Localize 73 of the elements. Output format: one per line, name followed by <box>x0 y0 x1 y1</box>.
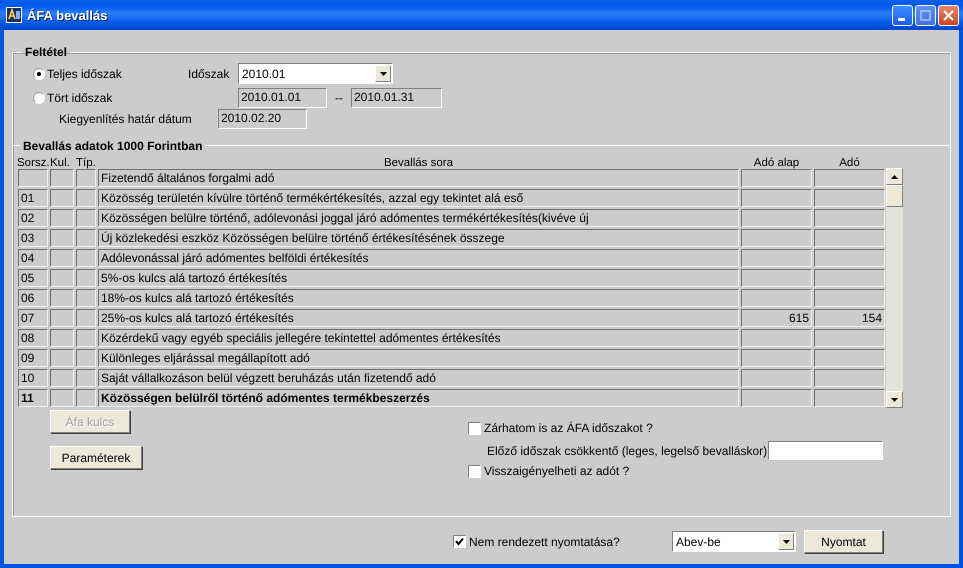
scrollbar-thumb[interactable] <box>886 185 903 207</box>
period-dropdown[interactable]: 2010.01 <box>238 63 393 84</box>
app-icon <box>6 7 22 23</box>
date-field[interactable]: 2010.02.20 <box>218 109 307 129</box>
up-arrow-icon <box>891 174 898 178</box>
scroll-down-button[interactable] <box>886 391 903 408</box>
table-cell: Közösségen belülről történő adómentes termékbeszerzés <box>98 389 739 407</box>
checkbox-label[interactable]: Zárhatom is az ÁFA időszakot ? <box>484 421 653 435</box>
date-field[interactable]: 2010.01.01 <box>238 88 327 108</box>
radio-label[interactable]: Teljes időszak <box>47 66 122 80</box>
date-field[interactable]: 2010.01.31 <box>351 88 442 108</box>
table-cell: 03 <box>18 229 48 247</box>
table-cell: 06 <box>18 289 48 307</box>
table-cell: Közérdekű vagy egyéb speciális jellegére tekintettel adómentes értékesítés <box>98 329 739 347</box>
table-cell: Közösség területén kívülre történő termékértékesítés, azzal egy tekintet alá eső <box>98 189 739 207</box>
column-header: Típ. <box>76 157 96 169</box>
table-cell: 01 <box>18 189 48 207</box>
checkbox[interactable] <box>453 535 466 548</box>
table-cell: 18%-os kulcs alá tartozó értékesítés <box>98 289 739 307</box>
radio-button[interactable] <box>33 92 45 104</box>
table-cell: 154 <box>814 309 885 327</box>
radio-button[interactable] <box>33 68 45 80</box>
range-separator: -- <box>335 91 343 105</box>
action-button[interactable]: Paraméterek <box>50 446 142 469</box>
window-title: ÁFA bevallás <box>27 8 108 22</box>
table-cell: 25%-os kulcs alá tartozó értékesítés <box>98 309 739 327</box>
table-cell: 08 <box>18 329 48 347</box>
scrollbar[interactable] <box>886 168 903 408</box>
minimize-button[interactable] <box>892 4 913 26</box>
field-label: Kiegyenlítés határ dátum <box>59 112 192 126</box>
checkbox[interactable] <box>468 422 481 434</box>
down-arrow-icon <box>782 540 790 544</box>
table-cell: Új közlekedési eszköz Közösségen belülre történő értékesítésének összege <box>98 229 739 247</box>
minimize-icon <box>898 18 905 20</box>
down-arrow-icon <box>891 398 898 402</box>
column-header: Sorsz. <box>17 157 50 169</box>
checkbox-label[interactable]: Nem rendezett nyomtatása? <box>469 534 620 548</box>
checkbox-label[interactable]: Visszaigényelheti az adót ? <box>484 464 630 478</box>
table-cell: Saját vállalkozáson belül végzett beruházás után fizetendő adó <box>98 369 739 387</box>
column-header: Adó alap <box>754 157 800 169</box>
radio-label[interactable]: Tört időszak <box>47 91 112 105</box>
scroll-up-button[interactable] <box>886 168 903 185</box>
field-label: Előző időszak csökkentő (leges, legelső bevalláskor) <box>487 444 768 458</box>
table-cell: 10 <box>18 369 48 387</box>
table-cell: 04 <box>18 249 48 267</box>
table-cell: Közösségen belülre történő, adólevonási joggal járó adómentes termékértékesítés(kivéve új <box>98 209 739 227</box>
dropdown-button[interactable] <box>778 533 794 550</box>
down-arrow-icon <box>380 72 386 76</box>
output-dropdown[interactable]: Abev-be <box>672 531 796 552</box>
column-header: Kul. <box>50 157 70 169</box>
checkbox[interactable] <box>468 464 481 478</box>
table-cell: Különleges eljárással megállapított adó <box>98 349 739 367</box>
maximize-icon <box>920 10 931 20</box>
table-cell: Adólevonással járó adómentes belföldi értékesítés <box>98 249 739 267</box>
field-label: Időszak <box>188 66 230 80</box>
table-cell: 02 <box>18 209 48 227</box>
column-header: Bevallás sora <box>384 157 454 169</box>
group-title: Feltétel <box>24 45 68 60</box>
column-header: Adó <box>839 157 860 169</box>
table-cell: 11 <box>18 389 48 407</box>
table-cell: 05 <box>18 269 48 287</box>
print-button[interactable]: Nyomtat <box>804 530 883 553</box>
table-cell: 615 <box>741 309 812 327</box>
dropdown-button[interactable] <box>375 65 391 82</box>
table-cell: 09 <box>18 349 48 367</box>
table-cell: 5%-os kulcs alá tartozó értékesítés <box>98 269 739 287</box>
maximize-button[interactable] <box>915 4 936 26</box>
close-button[interactable] <box>938 4 959 26</box>
close-icon <box>943 10 954 20</box>
table-cell: Fizetendő általános forgalmi adó <box>98 169 739 187</box>
table-cell: 07 <box>18 309 48 327</box>
input-field[interactable] <box>768 441 884 460</box>
section-title: Bevallás adatok 1000 Forintban <box>22 138 204 152</box>
